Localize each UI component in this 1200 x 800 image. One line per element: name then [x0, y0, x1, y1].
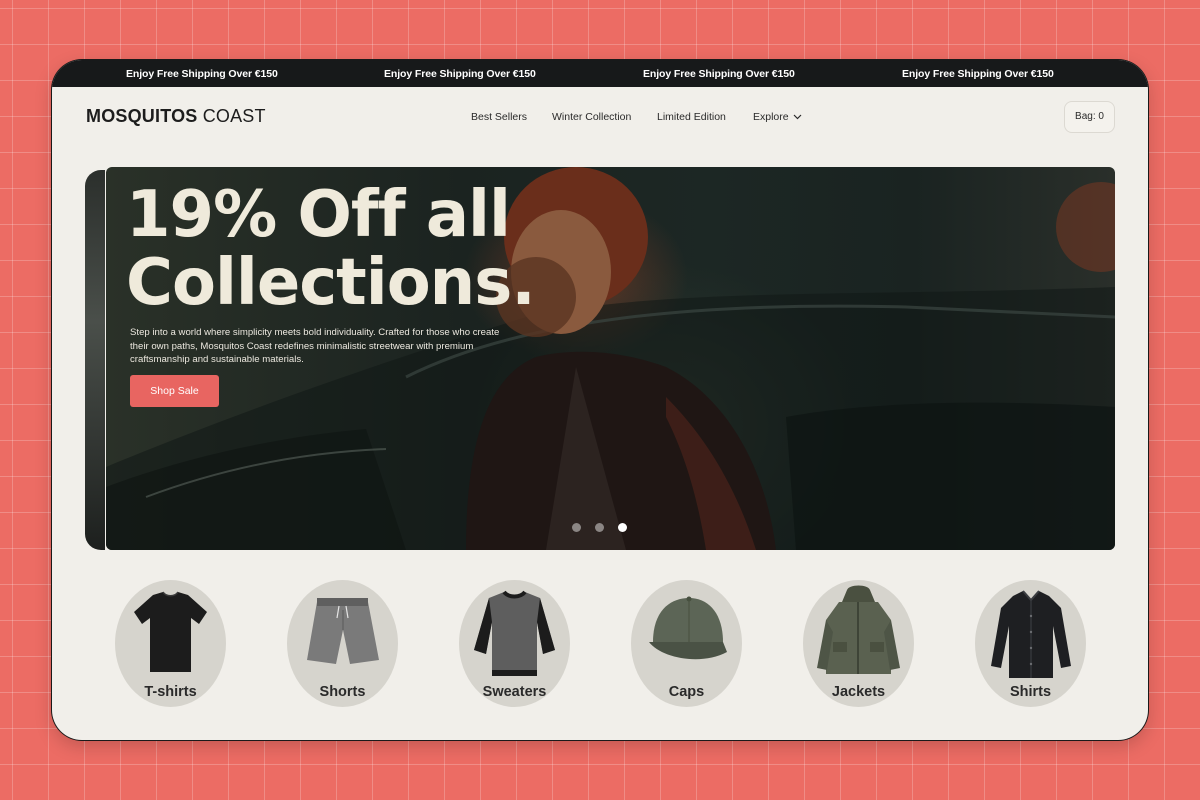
- nav-explore[interactable]: Explore: [753, 111, 802, 123]
- category-tshirts[interactable]: T-shirts: [115, 580, 226, 707]
- previous-slide-peek[interactable]: [85, 170, 105, 550]
- category-shorts[interactable]: Shorts: [287, 580, 398, 707]
- site-header: MOSQUITOS COAST Best Sellers Winter Coll…: [52, 87, 1148, 149]
- category-label: Jackets: [831, 684, 886, 700]
- slide-dot-2[interactable]: [595, 523, 604, 532]
- category-label: T-shirts: [144, 684, 197, 700]
- nav-best-sellers[interactable]: Best Sellers: [471, 111, 527, 123]
- nav-winter-collection[interactable]: Winter Collection: [552, 111, 631, 123]
- promo-bar: Enjoy Free Shipping Over €150 Enjoy Free…: [52, 60, 1148, 87]
- category-label: Shorts: [319, 684, 366, 700]
- hero-title-line2: Collections.: [126, 246, 536, 320]
- hero-banner: 19% Off all Collections. Step into a wor…: [106, 167, 1115, 550]
- nav-explore-label: Explore: [753, 111, 789, 123]
- hero-description: Step into a world where simplicity meets…: [130, 327, 500, 365]
- category-label: Caps: [668, 684, 705, 700]
- slide-dot-1[interactable]: [572, 523, 581, 532]
- category-label: Sweaters: [482, 684, 547, 700]
- slide-dot-3[interactable]: [618, 523, 627, 532]
- brand-logo[interactable]: MOSQUITOS COAST: [86, 106, 266, 127]
- category-sweaters[interactable]: Sweaters: [459, 580, 570, 707]
- logo-light: COAST: [202, 106, 266, 126]
- hero-title-line1: 19% Off all: [126, 178, 511, 252]
- shop-sale-button[interactable]: Shop Sale: [130, 375, 219, 407]
- chevron-down-icon: [793, 111, 802, 123]
- promo-message: Enjoy Free Shipping Over €150: [902, 68, 1054, 80]
- promo-message: Enjoy Free Shipping Over €150: [643, 68, 795, 80]
- bag-button[interactable]: Bag: 0: [1064, 101, 1115, 133]
- nav-limited-edition[interactable]: Limited Edition: [657, 111, 726, 123]
- promo-message: Enjoy Free Shipping Over €150: [126, 68, 278, 80]
- category-caps[interactable]: Caps: [631, 580, 742, 707]
- browser-frame: Enjoy Free Shipping Over €150 Enjoy Free…: [52, 60, 1148, 740]
- hero-title: 19% Off all Collections.: [126, 178, 536, 320]
- logo-bold: MOSQUITOS: [86, 106, 198, 126]
- category-jackets[interactable]: Jackets: [803, 580, 914, 707]
- promo-message: Enjoy Free Shipping Over €150: [384, 68, 536, 80]
- category-label: Shirts: [1009, 684, 1052, 700]
- category-shirts[interactable]: Shirts: [975, 580, 1086, 707]
